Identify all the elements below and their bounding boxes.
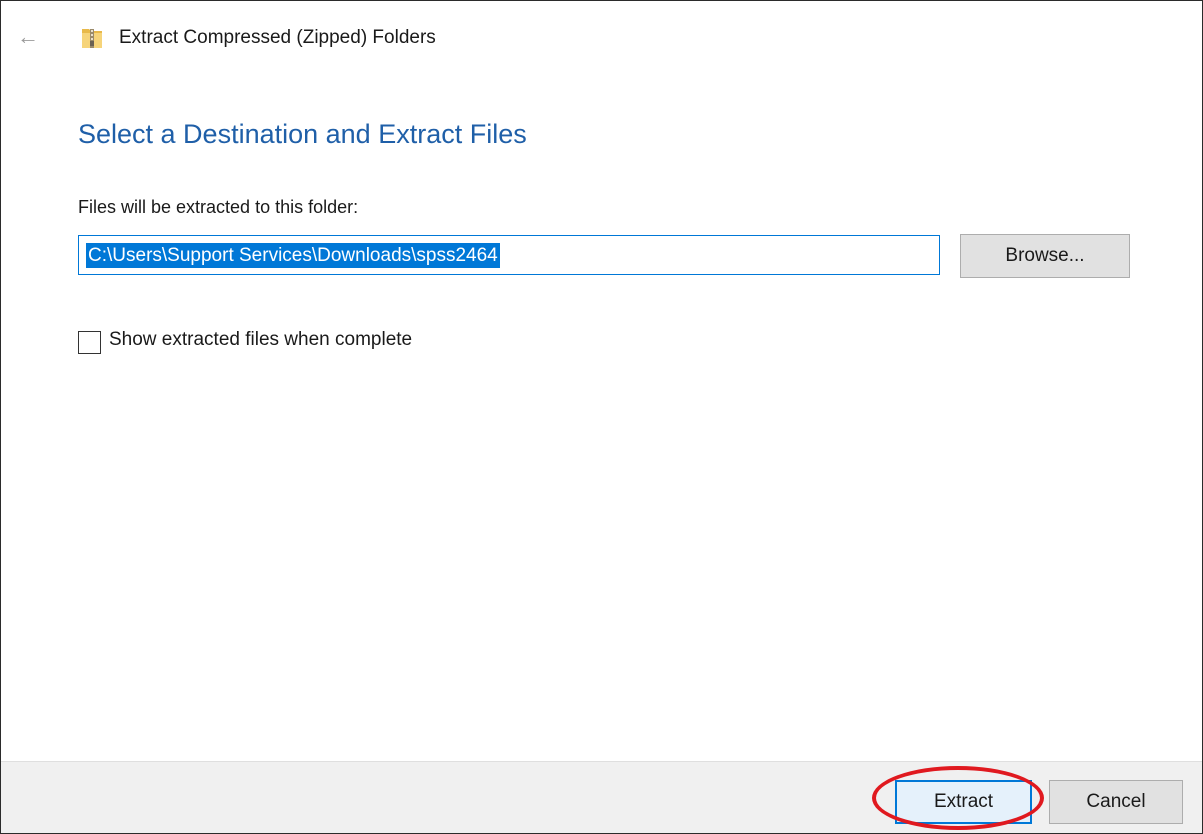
dialog-footer: Extract Cancel: [1, 761, 1202, 833]
destination-path-text: C:\Users\Support Services\Downloads\spss…: [86, 243, 500, 268]
show-files-label[interactable]: Show extracted files when complete: [109, 329, 412, 351]
browse-button[interactable]: Browse...: [960, 234, 1130, 278]
extract-button[interactable]: Extract: [895, 780, 1032, 824]
destination-path-input[interactable]: C:\Users\Support Services\Downloads\spss…: [78, 235, 940, 275]
destination-label: Files will be extracted to this folder:: [78, 197, 359, 217]
cancel-button[interactable]: Cancel: [1049, 780, 1183, 824]
show-files-checkbox[interactable]: [78, 331, 101, 354]
back-arrow-icon[interactable]: ←: [15, 25, 41, 49]
window-title: Extract Compressed (Zipped) Folders: [119, 27, 436, 48]
extract-dialog: ← Extract Compressed (Zipped) Folders Se…: [0, 0, 1203, 834]
title-bar: ← Extract Compressed (Zipped) Folders: [1, 1, 1202, 75]
page-heading: Select a Destination and Extract Files: [78, 119, 527, 149]
zip-folder-icon: [79, 25, 105, 51]
